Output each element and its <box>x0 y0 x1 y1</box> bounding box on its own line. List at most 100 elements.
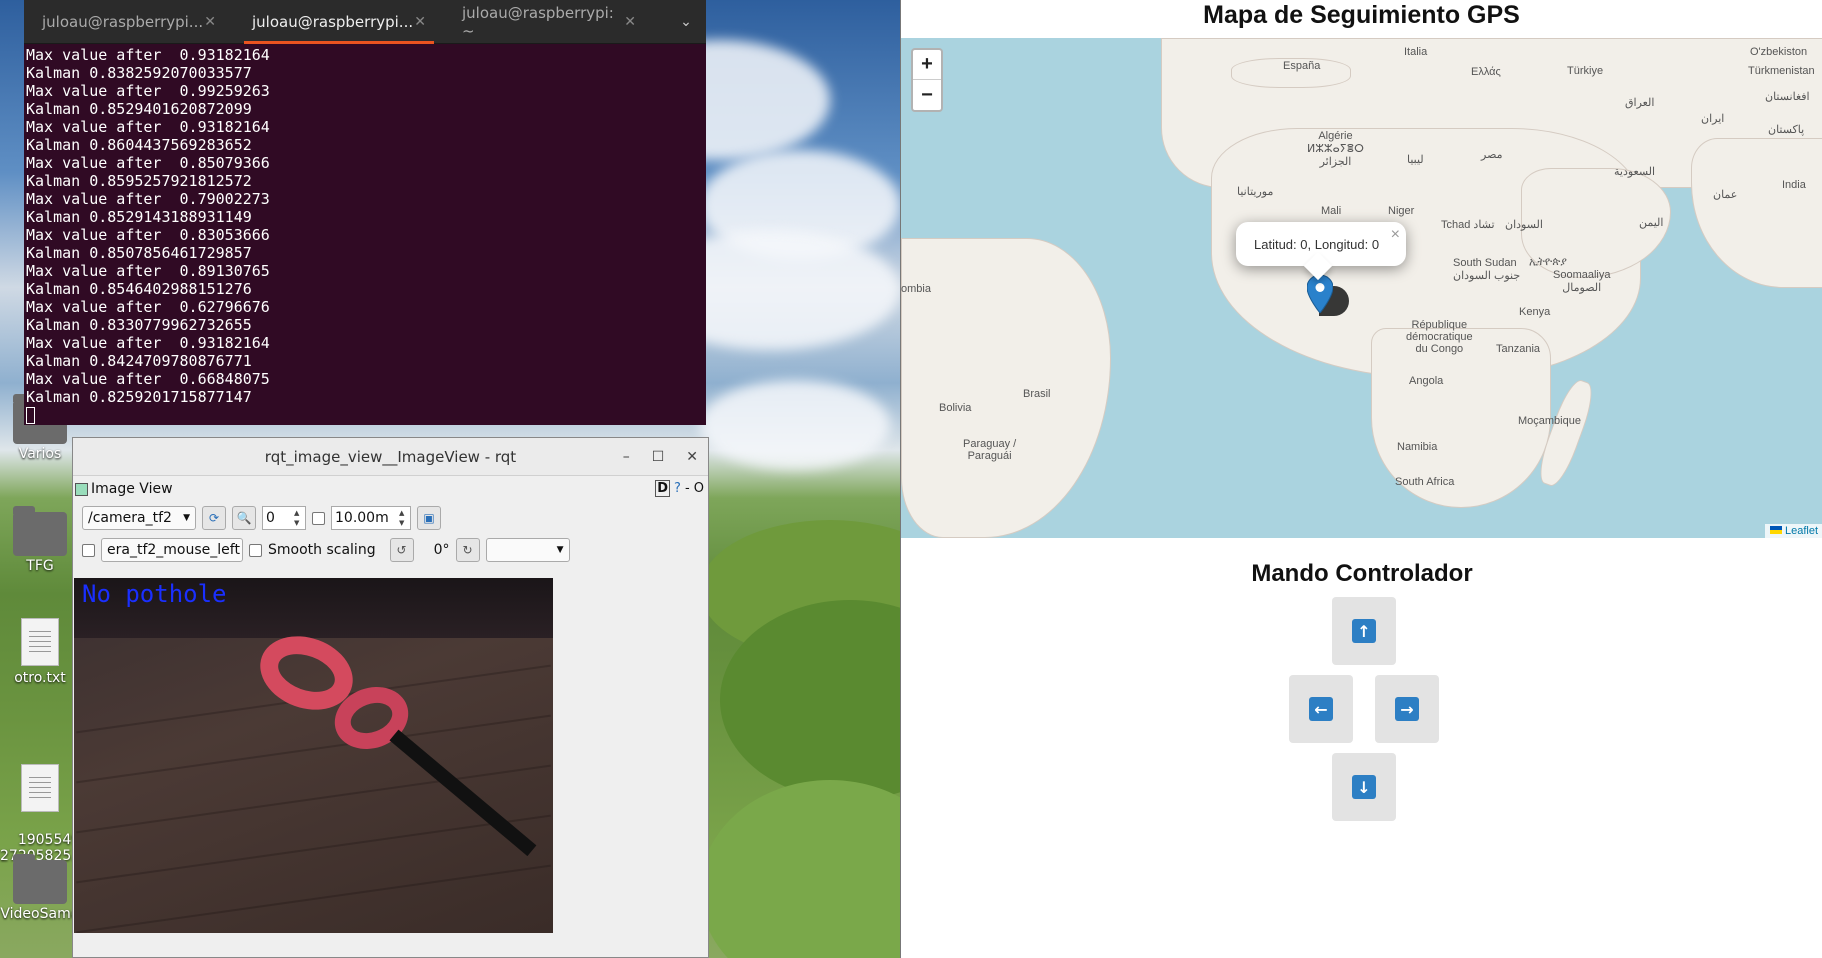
terminal-line: Kalman 0.8330779962732655 <box>26 316 252 334</box>
minimize-icon[interactable]: – <box>623 449 630 465</box>
desktop-icon-otro[interactable]: otro.txt <box>0 618 80 686</box>
map-title: Mapa de Seguimiento GPS <box>1203 1 1520 29</box>
terminal-output[interactable]: Max value after 0.93182164 Kalman 0.83825… <box>24 44 706 426</box>
terminal-line: Kalman 0.8529143188931149 <box>26 208 252 226</box>
map-label: پاکستان <box>1768 124 1805 136</box>
map-label: اليمن <box>1639 217 1664 229</box>
rotate-right-icon[interactable]: ↻ <box>455 538 480 562</box>
close-icon[interactable]: × <box>1391 226 1400 244</box>
map-label: السودان <box>1505 219 1543 231</box>
arrow-down-icon: ↓ <box>1352 775 1376 799</box>
map-label: Tanzania <box>1496 343 1541 355</box>
mouse-topic-input[interactable]: era_tf2_mouse_left <box>101 538 243 562</box>
controller-title: Mando Controlador <box>1251 560 1473 587</box>
map-label: Kenya <box>1519 306 1551 318</box>
map-label: République démocratique du Congo <box>1406 319 1473 355</box>
map-label: Bolivia <box>939 402 972 414</box>
zoom-icon[interactable]: 🔍 <box>232 506 256 530</box>
topic-select[interactable]: /camera_tf2 ▼ <box>82 506 196 530</box>
refresh-icon[interactable]: ⟳ <box>202 506 226 530</box>
map-label: عمان <box>1713 189 1738 201</box>
terminal-tab-2[interactable]: juloau@raspberrypi... ✕ <box>234 0 444 44</box>
gps-map[interactable]: Italia España Ελλάς Türkiye O'zbekiston … <box>901 38 1822 538</box>
map-label: السعودية <box>1614 166 1656 178</box>
terminal-cursor <box>26 407 35 424</box>
spin-input[interactable]: 0 ▲ ▼ <box>262 506 306 530</box>
toolbar-row-1: /camera_tf2 ▼ ⟳ 🔍 0 ▲ ▼ 10.00m ▲ ▼ ▣ <box>73 502 708 534</box>
map-label: O'zbekiston <box>1750 46 1808 58</box>
zoom-control: + − <box>911 48 943 112</box>
map-label: العراق <box>1625 97 1655 109</box>
folder-icon <box>13 854 67 904</box>
terminal-tabbar: juloau@raspberrypi... ✕ juloau@raspberryp… <box>24 0 706 44</box>
map-label: Algérie ⵍⵣⵣⴰⵢⴻⵔ الجزائر <box>1307 130 1364 168</box>
map-label: ایران <box>1701 113 1725 125</box>
map-label: مصر <box>1481 149 1503 161</box>
terminal-line: Kalman 0.8507856461729857 <box>26 244 252 262</box>
distance-input[interactable]: 10.00m ▲ ▼ <box>331 506 411 530</box>
terminal-tab-1[interactable]: juloau@raspberrypi... ✕ <box>24 0 234 44</box>
zoom-out-button[interactable]: − <box>913 80 941 110</box>
save-image-icon[interactable]: ▣ <box>417 506 441 530</box>
terminal-line: Max value after 0.79002273 <box>26 190 270 208</box>
color-scheme-select[interactable]: ▼ <box>485 538 570 562</box>
close-icon[interactable]: ✕ <box>686 449 698 465</box>
map-label: موريتانيا <box>1237 186 1274 198</box>
desktop-icon-tfg[interactable]: TFG <box>0 506 80 574</box>
left-button[interactable]: ← <box>1289 675 1353 743</box>
maximize-icon[interactable]: ☐ <box>652 449 665 465</box>
folder-icon <box>13 506 67 556</box>
chevron-down-icon: ▼ <box>556 545 564 555</box>
map-label: Mali <box>1321 205 1342 217</box>
terminal-line: Kalman 0.8259201715877147 <box>26 388 252 406</box>
terminal-line: Max value after 0.93182164 <box>26 46 270 64</box>
right-button[interactable]: → <box>1375 675 1439 743</box>
image-view-header: Image View D ? - O <box>73 476 708 502</box>
mouse-publish-checkbox[interactable] <box>82 543 95 557</box>
rotate-left-icon[interactable]: ↺ <box>389 538 414 562</box>
zoom-in-button[interactable]: + <box>913 50 941 80</box>
terminal-tab-3[interactable]: juloau@raspberrypi: ~ ✕ <box>444 0 654 44</box>
smooth-scaling-checkbox[interactable] <box>249 543 262 557</box>
terminal-line: Max value after 0.62796676 <box>26 298 270 316</box>
terminal-line: Kalman 0.8546402988151276 <box>26 280 252 298</box>
desktop-icon-pdf[interactable]: 1905549442 27205825.p <box>0 732 107 880</box>
close-icon[interactable]: ✕ <box>624 14 636 30</box>
smooth-scaling-label: Smooth scaling <box>268 542 376 558</box>
close-icon[interactable]: ✕ <box>204 14 216 30</box>
desktop-icon-video[interactable]: VideoSamu <box>0 854 80 922</box>
popup-text: Latitud: 0, Longitud: 0 <box>1254 236 1380 252</box>
map-label: Italia <box>1404 46 1428 58</box>
terminal-window[interactable]: juloau@raspberrypi... ✕ juloau@raspberryp… <box>24 0 706 425</box>
map-label: South Africa <box>1395 476 1455 488</box>
map-label: افغانستان <box>1765 91 1810 103</box>
panel-options-button[interactable]: - O <box>685 481 704 496</box>
camera-image[interactable]: No pothole <box>74 578 553 933</box>
arrow-right-icon: → <box>1395 697 1419 721</box>
rotation-value: 0° <box>433 542 450 558</box>
pdf-file-icon <box>21 764 59 812</box>
terminal-line: Kalman 0.8382592070033577 <box>26 64 252 82</box>
dock-button[interactable]: D <box>655 480 671 497</box>
map-label: ombia <box>901 283 931 295</box>
map-popup: Latitud: 0, Longitud: 0 × <box>1236 222 1406 266</box>
map-attribution[interactable]: Leaflet <box>1764 524 1822 538</box>
terminal-line: Max value after 0.93182164 <box>26 118 270 136</box>
chevron-down-icon[interactable]: ⌄ <box>666 14 706 30</box>
map-label: Angola <box>1409 375 1444 387</box>
map-label: South Sudan جنوب السودان <box>1453 257 1521 282</box>
up-button[interactable]: ↑ <box>1332 597 1396 665</box>
arrow-up-icon: ↑ <box>1352 619 1376 643</box>
chevron-down-icon: ▼ <box>183 513 190 523</box>
help-icon[interactable]: ? <box>674 481 681 496</box>
close-icon[interactable]: ✕ <box>414 14 426 30</box>
checkbox[interactable] <box>312 511 325 525</box>
terminal-line: Max value after 0.93182164 <box>26 334 270 352</box>
map-label: Ελλάς <box>1471 66 1501 78</box>
terminal-line: Kalman 0.8595257921812572 <box>26 172 252 190</box>
rqt-window[interactable]: rqt_image_view__ImageView - rqt – ☐ ✕ Im… <box>72 437 709 958</box>
window-titlebar[interactable]: rqt_image_view__ImageView - rqt – ☐ ✕ <box>73 438 708 476</box>
down-button[interactable]: ↓ <box>1332 753 1396 821</box>
map-marker-icon[interactable] <box>1307 275 1333 313</box>
map-label: India <box>1782 179 1806 191</box>
